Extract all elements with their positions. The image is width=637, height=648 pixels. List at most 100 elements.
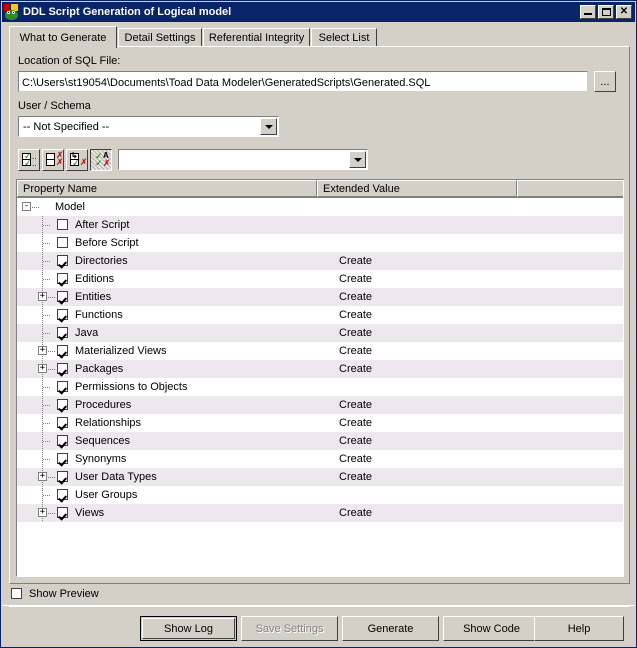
- checkbox-list-check-icon: ✓ ✓ .. ..: [22, 152, 37, 169]
- tree-line: [32, 207, 39, 208]
- table-row[interactable]: Before Script: [17, 234, 623, 252]
- tab-select-list[interactable]: Select List: [311, 28, 377, 47]
- chevron-down-icon[interactable]: [349, 151, 366, 168]
- user-schema-combo[interactable]: -- Not Specified --: [18, 116, 279, 137]
- table-row[interactable]: - Model: [17, 198, 623, 216]
- table-row[interactable]: Procedures Create: [17, 396, 623, 414]
- row-extended-value: Create: [339, 309, 373, 321]
- table-row[interactable]: + Views Create: [17, 504, 623, 522]
- table-row[interactable]: + Materialized Views Create: [17, 342, 623, 360]
- table-row[interactable]: User Groups: [17, 486, 623, 504]
- row-property-name: User Data Types: [75, 471, 157, 483]
- table-row[interactable]: After Script: [17, 216, 623, 234]
- tree-line: [48, 297, 55, 298]
- expand-icon[interactable]: +: [38, 346, 47, 355]
- tree-line: [43, 315, 50, 316]
- row-property-name: Relationships: [75, 417, 142, 429]
- checkbox-list-filter-icon: ✓ A ✓ ✗: [95, 151, 111, 169]
- tree-line: [43, 405, 50, 406]
- minimize-button[interactable]: [580, 5, 596, 19]
- row-extended-value: Create: [339, 363, 373, 375]
- table-row[interactable]: + Packages Create: [17, 360, 623, 378]
- row-checkbox[interactable]: [57, 507, 68, 518]
- row-checkbox[interactable]: [57, 453, 68, 464]
- row-extended-value: Create: [339, 291, 373, 303]
- row-checkbox[interactable]: [57, 381, 68, 392]
- tab-referential-integrity[interactable]: Referential Integrity: [203, 28, 310, 47]
- generate-button[interactable]: Generate: [342, 616, 439, 641]
- tree-line: [48, 369, 55, 370]
- show-code-button[interactable]: Show Code: [443, 616, 540, 641]
- ddl-script-generation-dialog: DDL Script Generation of Logical model ✕…: [0, 0, 637, 648]
- row-property-name: Sequences: [75, 435, 131, 447]
- expand-icon[interactable]: +: [38, 364, 47, 373]
- save-settings-button-label: Save Settings: [255, 622, 324, 635]
- invert-check-button[interactable]: ↳ ✓ ✗: [66, 149, 88, 171]
- row-checkbox[interactable]: [57, 327, 68, 338]
- row-checkbox[interactable]: [57, 309, 68, 320]
- uncheck-all-button[interactable]: ✗ ✗: [42, 149, 64, 171]
- maximize-button[interactable]: [598, 5, 614, 19]
- table-row[interactable]: Java Create: [17, 324, 623, 342]
- expand-icon[interactable]: +: [38, 508, 47, 517]
- table-row[interactable]: + Entities Create: [17, 288, 623, 306]
- row-checkbox[interactable]: [57, 237, 68, 248]
- filter-combo[interactable]: [118, 149, 368, 170]
- tab-label: What to Generate: [19, 31, 107, 44]
- title-bar[interactable]: DDL Script Generation of Logical model ✕: [2, 2, 635, 22]
- row-checkbox[interactable]: [57, 345, 68, 356]
- table-row[interactable]: Synonyms Create: [17, 450, 623, 468]
- table-row[interactable]: Relationships Create: [17, 414, 623, 432]
- table-row[interactable]: Sequences Create: [17, 432, 623, 450]
- table-row[interactable]: + User Data Types Create: [17, 468, 623, 486]
- column-header-blank[interactable]: [517, 180, 623, 197]
- tree-line: [43, 423, 50, 424]
- maximize-icon: [602, 8, 611, 16]
- minimize-icon: [584, 13, 592, 15]
- browse-button[interactable]: ...: [594, 71, 616, 92]
- grid-body: - Model After Script Before Script Directori…: [17, 198, 623, 576]
- tab-what-to-generate[interactable]: What to Generate: [9, 26, 117, 48]
- row-property-name: Entities: [75, 291, 112, 303]
- row-checkbox[interactable]: [57, 273, 68, 284]
- table-row[interactable]: Functions Create: [17, 306, 623, 324]
- tree-line: [43, 495, 50, 496]
- row-checkbox[interactable]: [57, 291, 68, 302]
- show-log-button[interactable]: Show Log: [140, 616, 237, 641]
- row-checkbox[interactable]: [57, 219, 68, 230]
- expand-icon[interactable]: +: [38, 292, 47, 301]
- table-row[interactable]: Editions Create: [17, 270, 623, 288]
- grid-header: Property Name Extended Value: [17, 180, 623, 198]
- row-checkbox[interactable]: [57, 435, 68, 446]
- user-schema-value: -- Not Specified --: [23, 120, 110, 133]
- table-row[interactable]: Directories Create: [17, 252, 623, 270]
- filter-toggle-button[interactable]: ✓ A ✓ ✗: [90, 149, 112, 171]
- tab-detail-settings[interactable]: Detail Settings: [118, 28, 202, 47]
- row-property-name: Editions: [75, 273, 115, 285]
- show-code-button-label: Show Code: [463, 622, 520, 635]
- row-checkbox[interactable]: [57, 363, 68, 374]
- row-checkbox[interactable]: [57, 255, 68, 266]
- check-all-button[interactable]: ✓ ✓ .. ..: [18, 149, 40, 171]
- row-checkbox[interactable]: [57, 489, 68, 500]
- sql-file-input[interactable]: C:\Users\st19054\Documents\Toad Data Mod…: [18, 71, 588, 92]
- collapse-icon[interactable]: -: [22, 202, 31, 211]
- help-button[interactable]: Help: [534, 616, 624, 641]
- generate-button-label: Generate: [367, 622, 414, 635]
- table-row[interactable]: Permissions to Objects: [17, 378, 623, 396]
- row-property-name: Directories: [75, 255, 128, 267]
- chevron-down-icon[interactable]: [260, 118, 277, 135]
- row-checkbox[interactable]: [57, 471, 68, 482]
- row-checkbox[interactable]: [57, 417, 68, 428]
- tree-line: [43, 387, 50, 388]
- row-extended-value: Create: [339, 327, 373, 339]
- row-checkbox[interactable]: [57, 399, 68, 410]
- tree-line: [48, 477, 55, 478]
- column-header-property-name[interactable]: Property Name: [17, 180, 317, 197]
- show-preview-checkbox[interactable]: [11, 588, 22, 599]
- tab-label: Referential Integrity: [208, 32, 305, 44]
- column-header-extended-value[interactable]: Extended Value: [317, 180, 517, 197]
- close-button[interactable]: ✕: [616, 5, 632, 19]
- expand-icon[interactable]: +: [38, 472, 47, 481]
- row-extended-value: Create: [339, 507, 373, 519]
